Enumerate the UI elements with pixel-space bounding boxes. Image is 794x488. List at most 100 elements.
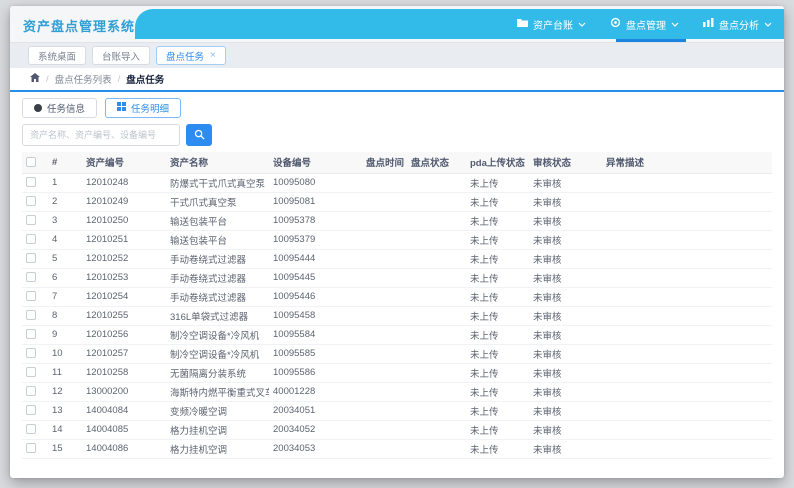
cell-check_status [407,306,466,326]
cell-check_status [407,249,466,269]
cell-device_no: 10095081 [269,192,362,212]
cell-device_no: 10095586 [269,363,362,383]
search-button[interactable] [186,124,212,146]
row-checkbox[interactable] [26,234,36,245]
cell-pda_status: 未上传 [466,173,529,193]
cell-asset_no: 14004085 [82,420,166,440]
row-checkbox-cell [22,249,48,269]
table-row: 4 12010251 输送包装平台 10095379 未上传 未审核 [22,230,772,250]
cell-device_no: 10095379 [269,230,362,250]
cell-index: 1 [48,173,82,193]
page-tabstrip: 系统桌面 台账导入 盘点任务 × [10,42,784,68]
cell-audit_status: 未审核 [529,382,602,402]
cell-device_no: 20034052 [269,420,362,440]
cell-check_status [407,344,466,364]
breadcrumb-parent[interactable]: 盘点任务列表 [55,72,112,86]
task-detail-icon [117,102,127,114]
cell-check_status [407,268,466,288]
row-checkbox[interactable] [26,329,36,340]
table-body: 1 12010248 防爆式干式爪式真空泵 10095080 未上传 未审核 2 120102… [22,173,772,459]
row-checkbox-cell [22,363,48,383]
tab-label: 台账导入 [102,51,141,63]
cell-pda_status: 未上传 [466,439,529,459]
cell-check_status [407,363,466,383]
row-checkbox[interactable] [26,367,36,378]
subtab-task-info[interactable]: 任务信息 [22,98,98,118]
row-checkbox-cell [22,401,48,421]
tab-inventory-task[interactable]: 盘点任务 × [156,46,226,65]
cell-check_status [407,173,466,193]
cell-asset_name: 无菌隔离分装系统 [166,363,269,383]
row-checkbox[interactable] [26,443,36,454]
cell-asset_name: 格力挂机空调 [166,420,269,440]
home-icon[interactable] [30,73,40,85]
search-input[interactable] [22,124,180,146]
table-row: 14 14004085 格力挂机空调 20034052 未上传 未审核 [22,420,772,440]
cell-pda_status: 未上传 [466,420,529,440]
tab-system-desktop[interactable]: 系统桌面 [28,46,87,65]
breadcrumb-current: 盘点任务 [126,75,165,86]
cell-index: 2 [48,192,82,212]
cell-asset_no: 12010249 [82,192,166,212]
cell-check_time [362,287,407,307]
cell-asset_name: 手动卷绕式过滤器 [166,268,269,288]
cell-pda_status: 未上传 [466,249,529,269]
breadcrumb-separator: / [117,73,121,85]
chevron-down-icon [671,19,679,30]
row-checkbox[interactable] [26,310,36,321]
row-checkbox[interactable] [26,424,36,435]
cell-desc [602,325,772,345]
menu-asset-ledger[interactable]: 资产台账 [505,9,598,39]
search-icon [194,128,205,143]
cell-index: 5 [48,249,82,269]
cell-audit_status: 未审核 [529,173,602,193]
row-checkbox[interactable] [26,215,36,226]
cell-check_status [407,439,466,459]
row-checkbox-cell [22,268,48,288]
cell-check_time [362,325,407,345]
menu-inventory-manage[interactable]: 盘点管理 [598,9,691,39]
cell-audit_status: 未审核 [529,306,602,326]
row-checkbox[interactable] [26,177,36,188]
row-checkbox[interactable] [26,291,36,302]
search-bar [22,124,772,146]
table-row: 2 12010249 干式爪式真空泵 10095081 未上传 未审核 [22,192,772,212]
table-row: 6 12010253 手动卷绕式过滤器 10095445 未上传 未审核 [22,268,772,288]
row-checkbox-cell [22,211,48,231]
gear-icon [610,17,621,31]
cell-check_status [407,382,466,402]
cell-audit_status: 未审核 [529,420,602,440]
menu-label: 盘点管理 [626,20,666,32]
menu-inventory-analysis[interactable]: 盘点分析 [691,9,784,39]
row-checkbox-cell [22,325,48,345]
row-checkbox-cell [22,344,48,364]
row-checkbox[interactable] [26,348,36,359]
cell-pda_status: 未上传 [466,382,529,402]
row-checkbox[interactable] [26,253,36,264]
cell-index: 4 [48,230,82,250]
cell-asset_no: 12010255 [82,306,166,326]
cell-asset_name: 防爆式干式爪式真空泵 [166,173,269,193]
cell-asset_no: 12010251 [82,230,166,250]
active-menu-indicator [616,39,686,42]
select-all-checkbox[interactable] [26,157,36,168]
tab-close-icon[interactable]: × [210,50,216,61]
cell-pda_status: 未上传 [466,306,529,326]
subtab-task-detail[interactable]: 任务明细 [105,98,182,118]
col-audit-status: 审核状态 [529,152,602,174]
folder-icon [517,18,528,30]
row-checkbox[interactable] [26,405,36,416]
col-check-status: 盘点状态 [407,152,466,174]
row-checkbox-cell [22,439,48,459]
chart-icon [703,18,714,30]
cell-index: 9 [48,325,82,345]
row-checkbox[interactable] [26,386,36,397]
tab-ledger-import[interactable]: 台账导入 [92,46,151,65]
row-checkbox[interactable] [26,196,36,207]
cell-check_status [407,287,466,307]
cell-asset_no: 12010253 [82,268,166,288]
row-checkbox[interactable] [26,272,36,283]
table-row: 15 14004086 格力挂机空调 20034053 未上传 未审核 [22,439,772,459]
breadcrumb: / 盘点任务列表 / 盘点任务 [10,68,784,92]
cell-device_no: 20034051 [269,401,362,421]
